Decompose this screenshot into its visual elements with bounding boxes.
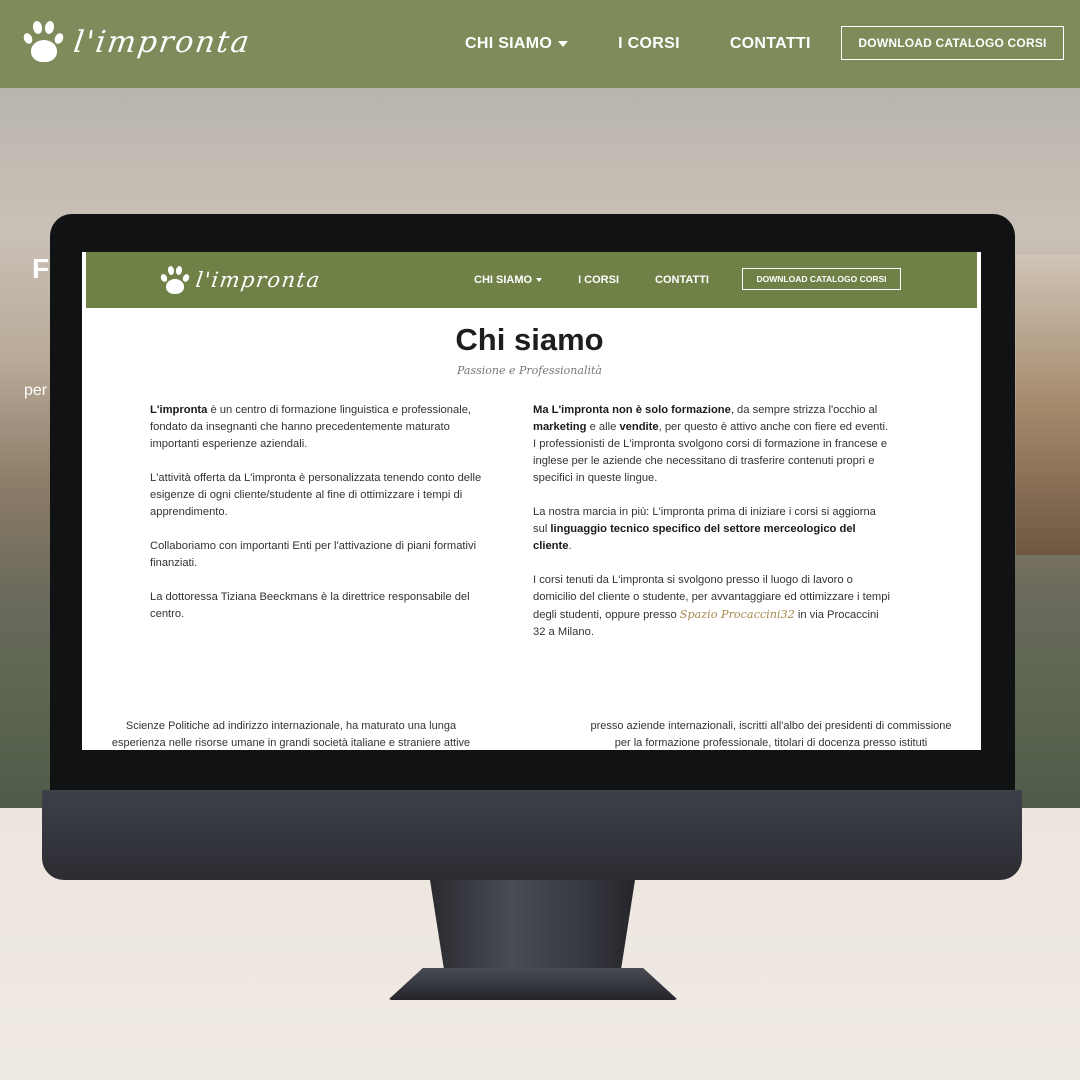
screen-nav: CHI SIAMO I CORSI CONTATTI bbox=[474, 252, 745, 308]
about-paragraph: Ma L'impronta non è solo formazione, da … bbox=[533, 402, 893, 487]
bio-right-snippet: presso aziende internazionali, iscritti … bbox=[590, 720, 952, 749]
about-paragraph: La nostra marcia in più: L'impronta prim… bbox=[533, 504, 893, 555]
nav-chi-siamo-label: CHI SIAMO bbox=[465, 35, 553, 52]
logo-text: l'impronta bbox=[71, 24, 254, 60]
screen-download-catalog-button[interactable]: DOWNLOAD CATALOGO CORSI bbox=[742, 268, 901, 290]
page-tagline: Passione e Professionalità bbox=[457, 364, 602, 377]
main-nav: CHI SIAMO I CORSI CONTATTI bbox=[465, 0, 861, 88]
paw-logo-icon bbox=[159, 264, 191, 296]
about-left-column: L'impronta è un centro di formazione lin… bbox=[150, 402, 490, 640]
screen-logo-text: l'impronta bbox=[194, 268, 323, 292]
spazio-procaccini-link[interactable]: Spazio Procaccini32 bbox=[680, 608, 795, 621]
screen-nav-contatti[interactable]: CONTATTI bbox=[655, 274, 709, 286]
nav-chi-siamo[interactable]: CHI SIAMO bbox=[465, 35, 569, 53]
hero-side-photo bbox=[1016, 255, 1080, 555]
screen-nav-chi-siamo-label: CHI SIAMO bbox=[474, 274, 533, 286]
bold-text: L'impronta bbox=[150, 404, 208, 416]
site-logo[interactable]: l'impronta bbox=[22, 18, 254, 66]
about-paragraph: Collaboriamo con importanti Enti per l'a… bbox=[150, 540, 477, 569]
bold-text: Ma L'impronta non è solo formazione bbox=[533, 404, 731, 416]
paragraph-text: e alle bbox=[586, 421, 620, 433]
bold-text: vendite bbox=[619, 421, 659, 433]
screen-nav-i-corsi[interactable]: I CORSI bbox=[578, 274, 619, 286]
screen-header: l'impronta CHI SIAMO I CORSI CONTATTI DO… bbox=[86, 252, 977, 308]
screen-nav-chi-siamo[interactable]: CHI SIAMO bbox=[474, 274, 543, 286]
imac-screen: l'impronta CHI SIAMO I CORSI CONTATTI DO… bbox=[82, 252, 981, 750]
bold-text: linguaggio tecnico specifico del settore… bbox=[533, 523, 856, 552]
bio-left-snippet: Scienze Politiche ad indirizzo internazi… bbox=[111, 720, 471, 749]
paw-logo-icon bbox=[22, 18, 66, 66]
about-paragraph: L'impronta è un centro di formazione lin… bbox=[150, 402, 490, 453]
about-right-column: Ma L'impronta non è solo formazione, da … bbox=[533, 402, 893, 658]
about-paragraph: La dottoressa Tiziana Beeckmans è la dir… bbox=[150, 591, 470, 620]
paragraph-text: , da sempre strizza l'occhio al bbox=[730, 404, 878, 416]
hero-subtitle-fragment: per bbox=[24, 382, 48, 399]
site-header: l'impronta CHI SIAMO I CORSI CONTATTI DO… bbox=[0, 0, 1080, 88]
paragraph-text: . bbox=[568, 540, 572, 552]
chevron-down-icon bbox=[558, 41, 569, 47]
nav-i-corsi[interactable]: I CORSI bbox=[618, 35, 680, 53]
hero-title-fragment: F bbox=[32, 253, 50, 284]
page-title: Chi siamo bbox=[455, 322, 604, 357]
imac-chin bbox=[42, 790, 1022, 880]
about-paragraph: I corsi tenuti da L'impronta si svolgono… bbox=[533, 572, 893, 641]
download-catalog-button[interactable]: DOWNLOAD CATALOGO CORSI bbox=[841, 26, 1064, 60]
imac-foot bbox=[388, 968, 678, 1000]
chevron-down-icon bbox=[536, 278, 543, 282]
nav-contatti[interactable]: CONTATTI bbox=[730, 35, 811, 53]
about-paragraph: L'attività offerta da L'impronta è perso… bbox=[150, 472, 482, 518]
bold-text: marketing bbox=[533, 421, 587, 433]
screen-logo[interactable]: l'impronta bbox=[159, 264, 323, 296]
